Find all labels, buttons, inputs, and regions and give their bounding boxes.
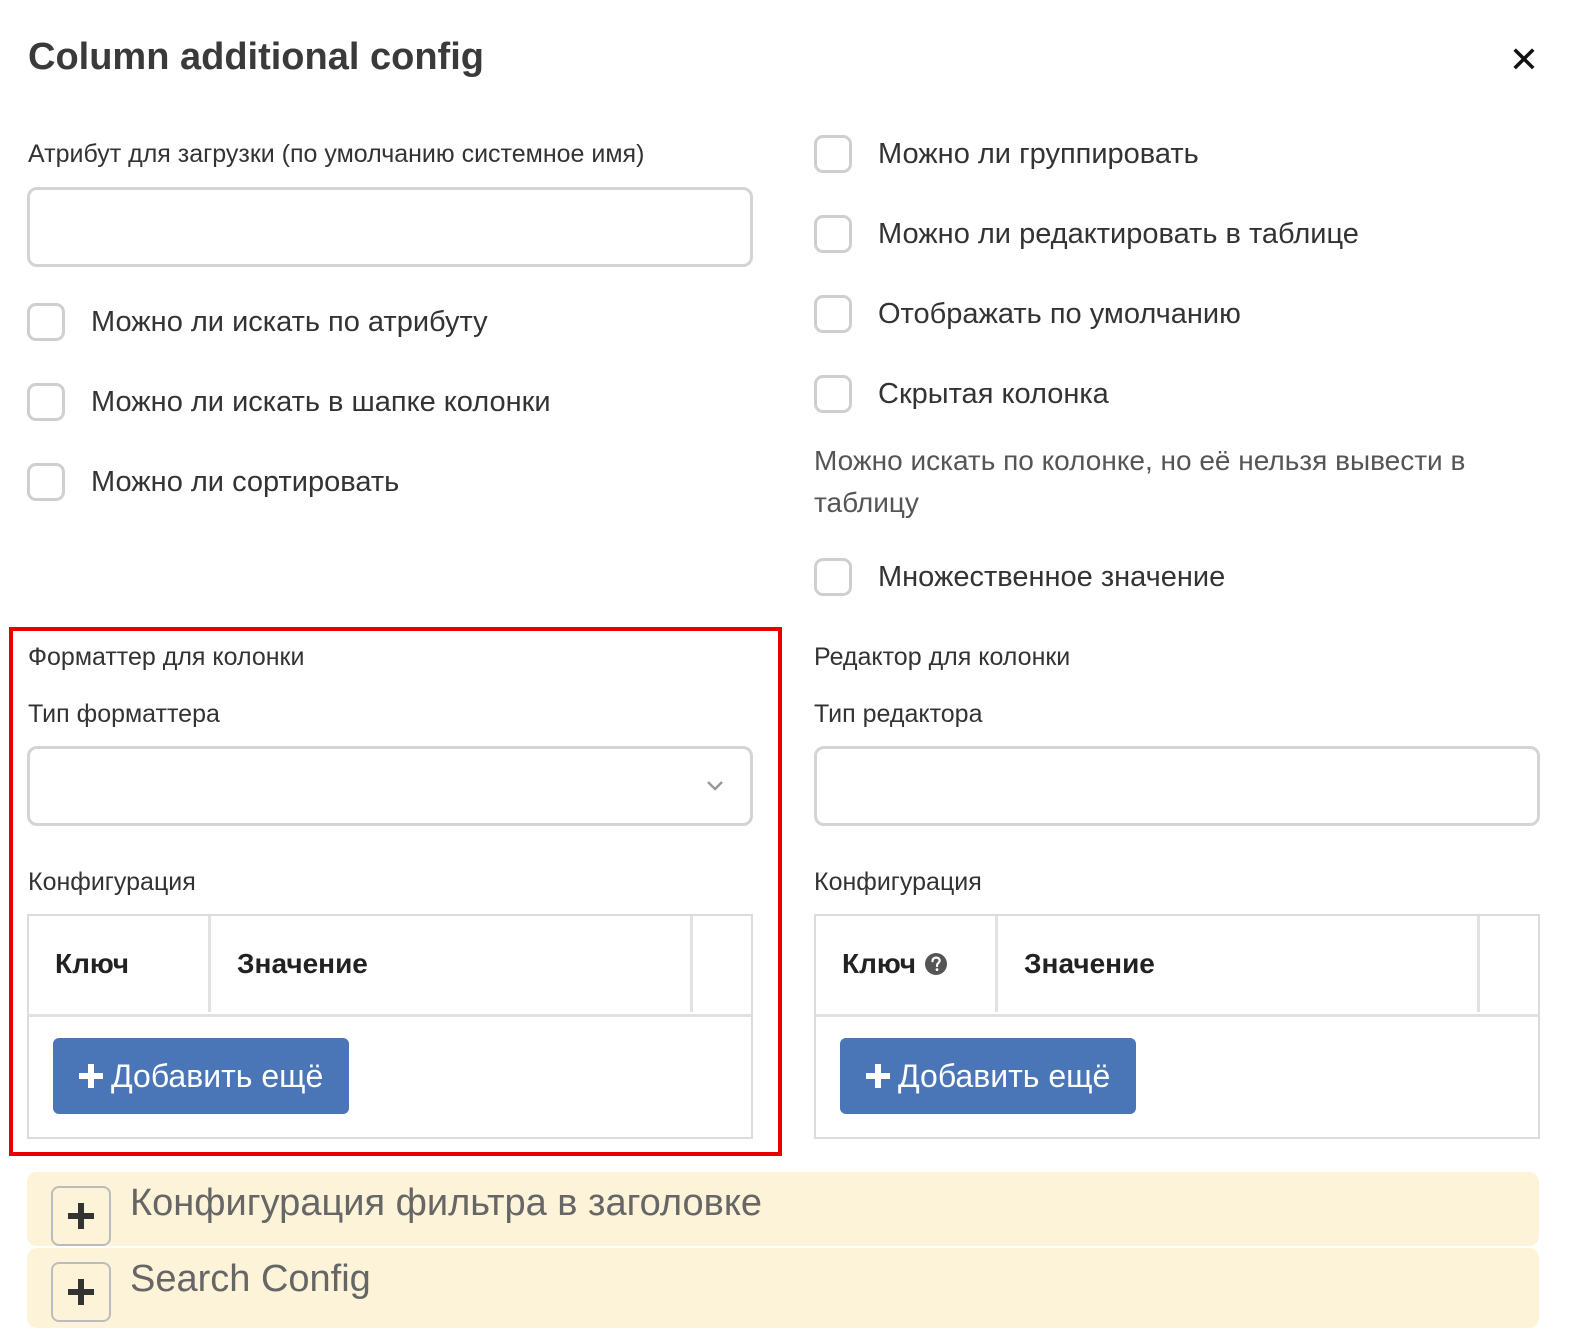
editor-section-label: Редактор для колонки <box>814 643 1071 671</box>
checkbox-row-search-attr[interactable]: Можно ли искать по атрибуту <box>27 300 488 344</box>
accordion-header-search-config[interactable]: Search Config <box>27 1248 1539 1328</box>
editor-config-table: Ключ Значение Добавить ещё <box>814 914 1540 1139</box>
chevron-down-icon <box>707 781 723 791</box>
checkbox-row-hidden[interactable]: Скрытая колонка <box>814 372 1109 416</box>
table-header: Ключ Значение <box>29 916 751 1017</box>
checkbox-label: Можно ли редактировать в таблице <box>878 217 1359 250</box>
formatter-type-label: Тип форматтера <box>28 700 220 728</box>
plus-icon <box>68 1279 94 1305</box>
accordion-title: Search Config <box>130 1258 371 1300</box>
plus-icon <box>79 1064 103 1088</box>
help-icon[interactable] <box>924 952 948 976</box>
expand-button[interactable] <box>51 1186 111 1246</box>
accordion-header-filter-config[interactable]: Конфигурация фильтра в заголовке <box>27 1172 1539 1246</box>
formatter-section-label: Форматтер для колонки <box>28 643 305 671</box>
checkbox[interactable] <box>27 303 65 341</box>
checkbox-row-default-visible[interactable]: Отображать по умолчанию <box>814 292 1241 336</box>
checkbox[interactable] <box>814 295 852 333</box>
editor-type-input[interactable] <box>814 746 1540 826</box>
checkbox-label: Множественное значение <box>878 560 1226 593</box>
checkbox-row-groupable[interactable]: Можно ли группировать <box>814 132 1199 176</box>
checkbox-label: Можно ли искать по атрибуту <box>91 305 488 338</box>
editor-type-label: Тип редактора <box>814 700 983 728</box>
column-header-value: Значение <box>998 916 1480 1012</box>
checkbox[interactable] <box>27 383 65 421</box>
add-more-label: Добавить ещё <box>111 1057 324 1094</box>
checkbox[interactable] <box>814 375 852 413</box>
formatter-config-label: Конфигурация <box>28 868 196 896</box>
checkbox-row-sortable[interactable]: Можно ли сортировать <box>27 460 399 504</box>
expand-button[interactable] <box>51 1262 111 1322</box>
checkbox-row-multiple[interactable]: Множественное значение <box>814 555 1225 599</box>
column-header-key: Ключ <box>816 916 998 1012</box>
close-icon[interactable]: ✕ <box>1506 42 1542 78</box>
attr-label: Атрибут для загрузки (по умолчанию систе… <box>28 140 645 168</box>
checkbox[interactable] <box>814 558 852 596</box>
checkbox-row-search-header[interactable]: Можно ли искать в шапке колонки <box>27 380 551 424</box>
checkbox[interactable] <box>814 135 852 173</box>
plus-icon <box>68 1203 94 1229</box>
checkbox-label: Можно ли искать в шапке колонки <box>91 385 551 418</box>
column-header-key: Ключ <box>29 916 211 1012</box>
formatter-config-table: Ключ Значение Добавить ещё <box>27 914 753 1139</box>
add-more-label: Добавить ещё <box>898 1057 1111 1094</box>
editor-config-label: Конфигурация <box>814 868 982 896</box>
dialog-title: Column additional config <box>28 36 484 78</box>
checkbox[interactable] <box>27 463 65 501</box>
add-more-button[interactable]: Добавить ещё <box>840 1038 1137 1114</box>
table-header: Ключ Значение <box>816 916 1538 1017</box>
add-more-button[interactable]: Добавить ещё <box>53 1038 350 1114</box>
checkbox-label: Можно ли группировать <box>878 137 1199 170</box>
hidden-column-description: Можно искать по колонке, но её нельзя вы… <box>814 445 1466 518</box>
attr-input[interactable] <box>27 187 753 267</box>
checkbox-label: Можно ли сортировать <box>91 465 400 498</box>
accordion-title: Конфигурация фильтра в заголовке <box>130 1182 763 1224</box>
checkbox[interactable] <box>814 215 852 253</box>
checkbox-row-editable[interactable]: Можно ли редактировать в таблице <box>814 212 1359 256</box>
plus-icon <box>866 1064 890 1088</box>
checkbox-label: Скрытая колонка <box>878 377 1109 410</box>
formatter-type-select[interactable] <box>27 746 753 826</box>
checkbox-label: Отображать по умолчанию <box>878 297 1241 330</box>
column-header-key-label: Ключ <box>842 948 916 979</box>
column-header-value: Значение <box>211 916 693 1012</box>
